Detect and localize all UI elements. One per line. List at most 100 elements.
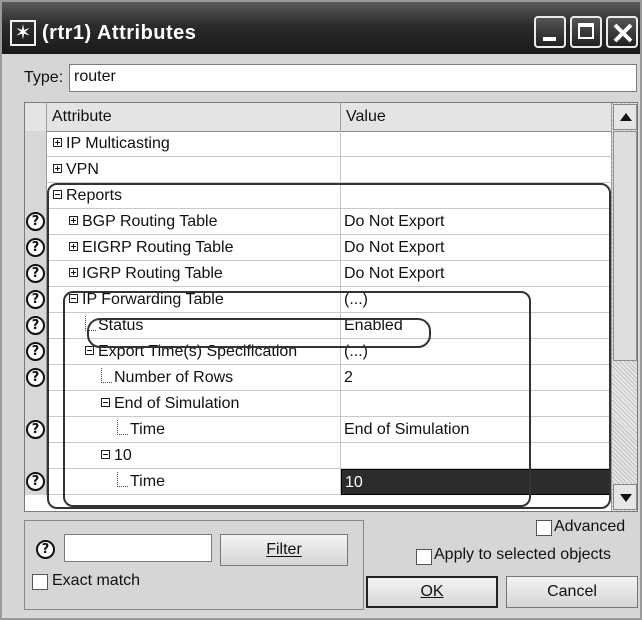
- scroll-down-button[interactable]: [613, 484, 637, 510]
- exact-match-checkbox[interactable]: [32, 574, 48, 590]
- scroll-up-button[interactable]: [613, 104, 637, 130]
- title-bar[interactable]: ✶ (rtr1) Attributes: [2, 2, 640, 54]
- apply-to-selected-checkbox[interactable]: [416, 549, 432, 565]
- value-cell[interactable]: Enabled: [341, 313, 611, 339]
- help-icon[interactable]: ?: [36, 540, 55, 559]
- attribute-name: Time: [130, 421, 165, 438]
- vertical-scrollbar[interactable]: [611, 103, 637, 511]
- help-icon[interactable]: ?: [26, 342, 45, 361]
- attribute-cell[interactable]: Time: [47, 469, 341, 495]
- help-icon[interactable]: ?: [26, 420, 45, 439]
- attribute-cell[interactable]: 10: [47, 443, 341, 469]
- attribute-cell[interactable]: EIGRP Routing Table: [47, 235, 341, 261]
- value-cell[interactable]: Do Not Export: [341, 261, 611, 287]
- tree-line-icon: [117, 420, 128, 435]
- header-value[interactable]: Value: [341, 103, 611, 131]
- value-cell[interactable]: (...): [341, 287, 611, 313]
- type-label: Type:: [24, 69, 64, 86]
- table-row[interactable]: ? Time 10: [25, 469, 611, 495]
- value-cell[interactable]: [341, 391, 611, 417]
- attribute-cell[interactable]: IP Multicasting: [47, 131, 341, 157]
- close-icon: [613, 23, 633, 43]
- table-header: Attribute Value: [25, 103, 611, 132]
- value-cell[interactable]: 2: [341, 365, 611, 391]
- attribute-cell[interactable]: VPN: [47, 157, 341, 183]
- table-row[interactable]: ? BGP Routing Table Do Not Export: [25, 209, 611, 235]
- header-help-column[interactable]: [25, 103, 47, 131]
- ok-button[interactable]: OK: [366, 576, 498, 608]
- header-attribute[interactable]: Attribute: [47, 103, 341, 131]
- table-row[interactable]: IP Multicasting: [25, 131, 611, 157]
- row-gutter: ?: [25, 287, 47, 313]
- value-cell[interactable]: Do Not Export: [341, 235, 611, 261]
- attribute-cell[interactable]: IGRP Routing Table: [47, 261, 341, 287]
- scroll-thumb[interactable]: [613, 131, 637, 361]
- filter-input[interactable]: [64, 534, 212, 562]
- minimize-button[interactable]: [534, 16, 566, 48]
- table-row[interactable]: ? Number of Rows 2: [25, 365, 611, 391]
- attribute-cell[interactable]: Number of Rows: [47, 365, 341, 391]
- table-row[interactable]: ? IGRP Routing Table Do Not Export: [25, 261, 611, 287]
- value-cell[interactable]: [341, 157, 611, 183]
- value-cell[interactable]: End of Simulation: [341, 417, 611, 443]
- attributes-dialog: ✶ (rtr1) Attributes Type: router Attribu…: [0, 0, 642, 620]
- collapse-icon[interactable]: [85, 346, 94, 356]
- attribute-name: Reports: [66, 187, 123, 204]
- expand-icon[interactable]: [69, 242, 78, 252]
- attribute-cell[interactable]: Status: [47, 313, 341, 339]
- type-field[interactable]: router: [69, 64, 637, 92]
- tree-line-icon: [85, 316, 96, 331]
- table-row[interactable]: VPN: [25, 157, 611, 183]
- row-gutter: ?: [25, 261, 47, 287]
- advanced-checkbox[interactable]: [536, 520, 552, 536]
- value-cell[interactable]: [341, 183, 611, 209]
- help-icon[interactable]: ?: [26, 238, 45, 257]
- maximize-button[interactable]: [570, 16, 602, 48]
- expand-icon[interactable]: [69, 268, 78, 278]
- expand-icon[interactable]: [53, 164, 62, 174]
- row-gutter: [25, 443, 47, 469]
- table-row[interactable]: Reports: [25, 183, 611, 209]
- row-gutter: ?: [25, 235, 47, 261]
- help-icon[interactable]: ?: [26, 316, 45, 335]
- help-icon[interactable]: ?: [26, 472, 45, 491]
- row-gutter: [25, 391, 47, 417]
- value-cell[interactable]: (...): [341, 339, 611, 365]
- cancel-button[interactable]: Cancel: [506, 576, 638, 608]
- table-row[interactable]: ? Export Time(s) Specification (...): [25, 339, 611, 365]
- close-button[interactable]: [606, 16, 638, 48]
- ok-button-label: OK: [420, 583, 444, 600]
- table-row[interactable]: ? Time End of Simulation: [25, 417, 611, 443]
- help-icon[interactable]: ?: [26, 264, 45, 283]
- collapse-icon[interactable]: [53, 190, 62, 200]
- arrow-up-icon: [620, 113, 632, 121]
- collapse-icon[interactable]: [101, 398, 110, 408]
- table-row[interactable]: ? IP Forwarding Table (...): [25, 287, 611, 313]
- attribute-cell[interactable]: Export Time(s) Specification: [47, 339, 341, 365]
- help-icon[interactable]: ?: [26, 212, 45, 231]
- filter-button-label: Filter: [266, 541, 302, 558]
- collapse-icon[interactable]: [101, 450, 110, 460]
- value-cell[interactable]: [341, 443, 611, 469]
- help-icon[interactable]: ?: [26, 290, 45, 309]
- attribute-name: Time: [130, 473, 165, 490]
- attribute-cell[interactable]: Reports: [47, 183, 341, 209]
- arrow-down-icon: [620, 494, 632, 502]
- table-row[interactable]: ? EIGRP Routing Table Do Not Export: [25, 235, 611, 261]
- value-cell[interactable]: 10: [341, 469, 611, 495]
- row-gutter: ?: [25, 313, 47, 339]
- value-cell[interactable]: Do Not Export: [341, 209, 611, 235]
- filter-button[interactable]: Filter: [220, 534, 348, 566]
- help-icon[interactable]: ?: [26, 368, 45, 387]
- expand-icon[interactable]: [53, 138, 62, 148]
- attribute-cell[interactable]: BGP Routing Table: [47, 209, 341, 235]
- table-row[interactable]: 10: [25, 443, 611, 469]
- expand-icon[interactable]: [69, 216, 78, 226]
- attribute-cell[interactable]: Time: [47, 417, 341, 443]
- collapse-icon[interactable]: [69, 294, 78, 304]
- table-row[interactable]: ? Status Enabled: [25, 313, 611, 339]
- attribute-cell[interactable]: IP Forwarding Table: [47, 287, 341, 313]
- table-row[interactable]: End of Simulation: [25, 391, 611, 417]
- attribute-cell[interactable]: End of Simulation: [47, 391, 341, 417]
- value-cell[interactable]: [341, 131, 611, 157]
